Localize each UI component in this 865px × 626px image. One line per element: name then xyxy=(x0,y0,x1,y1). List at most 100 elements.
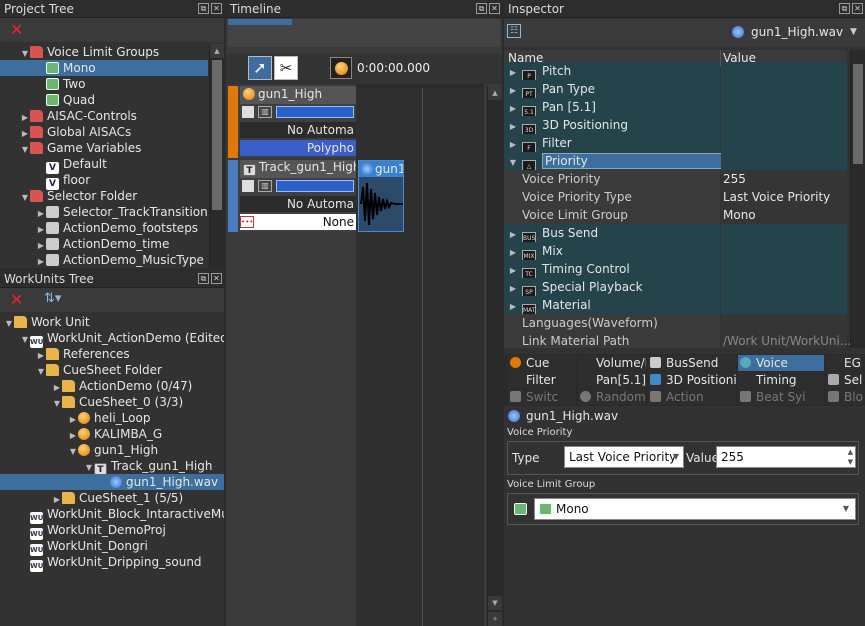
tree-item[interactable]: ▶ ActionDemo_footsteps xyxy=(0,220,208,236)
bars-icon[interactable]: ▥ xyxy=(258,180,272,192)
tab[interactable]: BusSend xyxy=(648,355,736,371)
close-icon[interactable]: ✕ xyxy=(211,273,222,284)
tree-item[interactable]: ▶ heli_Loop xyxy=(0,410,224,426)
chevron-down-icon[interactable]: ▼ xyxy=(673,447,679,467)
inspector-row[interactable]: ▶ MAT Material xyxy=(504,296,865,318)
chevron-down-icon[interactable]: ▼ xyxy=(850,27,857,37)
inspector-row[interactable]: Voice Priority Type Last Voice Priority xyxy=(504,188,865,206)
sort-icon[interactable]: ⇅▾ xyxy=(44,291,61,306)
property-value[interactable] xyxy=(721,296,847,314)
cue-track-header[interactable]: gun1_High ▥ No Automa Polypho xyxy=(228,86,356,158)
tree-item[interactable]: ▼ Work Unit xyxy=(0,314,224,330)
tree-item[interactable]: ▶ ActionDemo (0/47) xyxy=(0,378,224,394)
property-value[interactable] xyxy=(721,62,847,80)
scroll-up-icon[interactable]: ▲ xyxy=(210,44,224,58)
mute-icon[interactable] xyxy=(242,180,254,192)
tree-item[interactable]: Vfloor xyxy=(0,172,208,190)
inspector-row[interactable]: ▶ MIX Mix xyxy=(504,242,865,264)
tree-item[interactable]: WU WorkUnit_Dongri xyxy=(0,538,224,556)
tree-item[interactable]: ▶ KALIMBA_G xyxy=(0,426,224,442)
property-value[interactable] xyxy=(721,278,847,296)
inspector-row[interactable]: Languages(Waveform) xyxy=(504,314,865,332)
play-orb-icon[interactable] xyxy=(330,57,352,79)
track-header[interactable]: T Track_gun1_High ▥ No Automa None ••• xyxy=(228,160,356,232)
tab[interactable]: Beat Syi xyxy=(738,389,824,405)
tree-item[interactable]: ▶ Selector_TrackTransition xyxy=(0,204,208,220)
mute-icon[interactable] xyxy=(242,106,254,118)
tab[interactable]: 3D Positionir xyxy=(648,372,736,388)
expand-arrow-icon[interactable]: ▶ xyxy=(36,254,46,268)
property-value[interactable] xyxy=(721,314,847,332)
tree-item[interactable]: ▶ AISAC-Controls xyxy=(0,108,208,124)
property-value[interactable]: Last Voice Priority xyxy=(721,188,847,206)
scroll-thumb[interactable] xyxy=(212,60,222,210)
tree-item[interactable]: ▼ Selector Folder xyxy=(0,188,208,204)
property-value[interactable]: 255 xyxy=(721,170,847,188)
tree-item[interactable]: ▶ CueSheet_1 (5/5) xyxy=(0,490,224,506)
tab[interactable]: Action xyxy=(648,389,736,405)
inspector-row[interactable]: Voice Limit Group Mono xyxy=(504,206,865,224)
property-value[interactable] xyxy=(721,134,847,152)
tree-item[interactable]: ▼ WU WorkUnit_ActionDemo (Edited) xyxy=(0,330,224,348)
close-icon[interactable]: ✕ xyxy=(852,3,863,14)
tree-item[interactable]: Quad xyxy=(0,92,208,108)
list-view-icon[interactable]: ☷ xyxy=(507,24,521,38)
pointer-tool-icon[interactable]: ➚ xyxy=(248,56,272,80)
project-tree-scrollbar[interactable]: ▲ xyxy=(209,44,224,268)
tree-item[interactable]: gun1_High.wav xyxy=(0,474,224,490)
tree-item[interactable]: V Default xyxy=(0,156,208,174)
delete-icon[interactable]: ✕ xyxy=(10,290,23,309)
zoom-plus-icon[interactable]: + xyxy=(488,612,502,626)
tree-item[interactable]: Two xyxy=(0,76,208,92)
cue-automation[interactable]: No Automa xyxy=(240,122,356,138)
delete-icon[interactable]: ✕ xyxy=(10,20,23,39)
voice-limit-group-dropdown[interactable]: Mono ▼ xyxy=(534,498,856,520)
inspector-row[interactable]: ▶ BUS Bus Send xyxy=(504,224,865,246)
tab[interactable]: Block xyxy=(826,389,863,405)
close-icon[interactable]: ✕ xyxy=(211,3,222,14)
inspector-row[interactable]: ▶ F Filter xyxy=(504,134,865,156)
tree-item[interactable]: ▼ Game Variables xyxy=(0,140,208,156)
inspector-row[interactable]: ▶ SP Special Playback xyxy=(504,278,865,300)
tree-item[interactable]: ▼ Voice Limit Groups xyxy=(0,44,208,60)
inspector-row[interactable]: Link Material Path/Work Unit/WorkUni... xyxy=(504,332,865,348)
tree-item[interactable]: ▼ T Track_gun1_High xyxy=(0,458,224,475)
inspector-row[interactable]: ▶ 3D 3D Positioning xyxy=(504,116,865,138)
tree-item[interactable]: ▼ CueSheet_0 (3/3) xyxy=(0,394,224,410)
tab[interactable]: Timing xyxy=(738,372,824,388)
tree-item[interactable]: Mono xyxy=(0,60,208,76)
scroll-up-icon[interactable]: ▲ xyxy=(488,86,502,100)
property-value[interactable] xyxy=(721,152,847,170)
float-icon[interactable]: ⧉ xyxy=(476,3,487,14)
property-value[interactable]: Mono xyxy=(721,206,847,224)
stepper-icon[interactable]: ▲ ▼ xyxy=(848,447,853,467)
tree-item[interactable]: ▶ ActionDemo_MusicType xyxy=(0,252,208,268)
bars-icon[interactable]: ▥ xyxy=(258,106,272,118)
inspector-row[interactable]: ▶ P Pitch xyxy=(504,62,865,84)
property-value[interactable] xyxy=(721,224,847,242)
waveform-clip[interactable]: gun1 xyxy=(358,160,404,232)
property-value[interactable]: /Work Unit/WorkUni... xyxy=(721,332,851,348)
timeline-canvas[interactable]: gun1 xyxy=(356,88,484,626)
type-dropdown[interactable]: Last Voice Priority ▼ xyxy=(564,446,684,468)
inspector-row[interactable]: ▶ PT Pan Type xyxy=(504,80,865,102)
tree-item[interactable]: ▼ CueSheet Folder xyxy=(0,362,224,378)
inspector-row[interactable]: ▼ △ Priority xyxy=(504,152,865,174)
timeline-scrollbar[interactable]: ▲ ▼ + xyxy=(487,86,502,626)
value-input[interactable]: 255 ▲ ▼ xyxy=(716,446,856,468)
tab[interactable]: EG xyxy=(826,355,863,371)
float-icon[interactable]: ⧉ xyxy=(839,3,850,14)
tree-item[interactable]: ▶ Global AISACs xyxy=(0,124,208,140)
property-value[interactable] xyxy=(721,260,847,278)
track-volume-slider[interactable] xyxy=(276,180,354,192)
inspector-row[interactable]: Voice Priority 255 xyxy=(504,170,865,188)
tab[interactable]: Pan[5.1] xyxy=(578,372,646,388)
tree-item[interactable]: ▼ gun1_High xyxy=(0,442,224,458)
cue-volume-slider[interactable] xyxy=(276,106,354,118)
tree-item[interactable]: WU WorkUnit_DemoProj xyxy=(0,522,224,540)
track-none-field[interactable]: None xyxy=(240,214,356,230)
chevron-down-icon[interactable]: ▼ xyxy=(843,499,849,519)
tree-item[interactable]: ▶ ActionDemo_time xyxy=(0,236,208,252)
float-icon[interactable]: ⧉ xyxy=(198,273,209,284)
tab[interactable]: Volume/Pitc xyxy=(578,355,646,371)
